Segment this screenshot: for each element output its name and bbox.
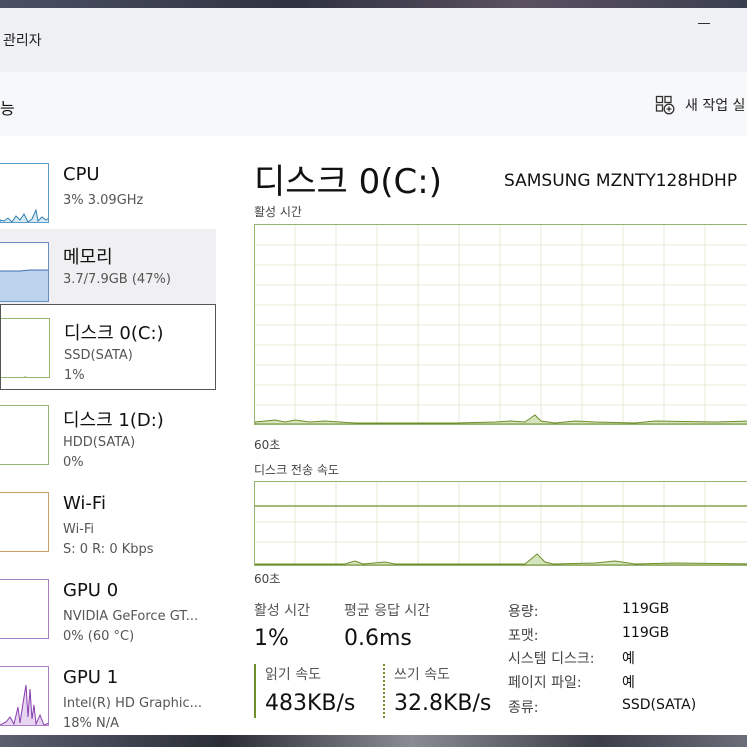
write-rate-value: 32.8KB/s [394, 691, 492, 716]
active-time-chart [254, 224, 747, 425]
sidebar-item-detail: 3.7/7.9GB (47%) [63, 272, 171, 287]
active-time-range-label: 60초 [254, 438, 281, 452]
format-value: 119GB [622, 625, 670, 641]
active-time-stat-label: 활성 시간 [254, 603, 310, 619]
disk1-thumbnail-graph [0, 405, 49, 465]
toolbar: 능 새 작업 실 [0, 72, 747, 136]
sidebar-item-value: 18% N/A [63, 716, 120, 731]
sidebar-item-value: 0% (60 °C) [63, 629, 135, 644]
read-rate-value: 483KB/s [265, 691, 356, 716]
sidebar-item-label: CPU [63, 164, 100, 185]
page-file-label: 페이지 파일: [508, 675, 582, 691]
sidebar-item-detail: Wi-Fi [63, 522, 95, 537]
capacity-label: 용량: [508, 604, 539, 620]
sidebar-item-gpu-1[interactable]: GPU 1 Intel(R) HD Graphic... 18% N/A [0, 653, 216, 735]
memory-thumbnail-graph [0, 242, 49, 302]
desktop-wallpaper-bottom [0, 735, 747, 747]
cpu-thumbnail-graph [0, 163, 49, 223]
system-disk-label: 시스템 디스크: [508, 651, 595, 667]
sidebar-item-memory[interactable]: 메모리 3.7/7.9GB (47%) [0, 229, 216, 315]
gpu1-thumbnail-graph [0, 666, 49, 726]
system-disk-value: 예 [622, 651, 635, 667]
sidebar-item-value: S: 0 R: 0 Kbps [63, 542, 154, 557]
response-time-stat-value: 0.6ms [344, 626, 412, 651]
wifi-thumbnail-graph [0, 492, 49, 552]
type-value: SSD(SATA) [622, 697, 697, 713]
write-rate-label: 쓰기 속도 [394, 667, 450, 683]
new-task-label: 새 작업 실 [685, 98, 746, 114]
section-title: 능 [0, 99, 15, 118]
sidebar-item-value: 0% [63, 455, 84, 470]
read-rate-indicator [254, 664, 256, 718]
sidebar-item-wifi[interactable]: Wi-Fi Wi-Fi S: 0 R: 0 Kbps [0, 479, 216, 565]
capacity-value: 119GB [622, 601, 670, 617]
type-label: 종류: [508, 700, 539, 716]
new-task-icon [655, 95, 675, 115]
sidebar-item-disk-0[interactable]: 디스크 0(C:) SSD(SATA) 1% [0, 304, 216, 390]
minimize-button[interactable] [698, 14, 710, 26]
format-label: 포맷: [508, 628, 539, 644]
transfer-rate-chart-label: 디스크 전송 속도 [254, 463, 339, 477]
sidebar-item-detail: Intel(R) HD Graphic... [63, 696, 203, 711]
disk0-thumbnail-graph [1, 318, 50, 378]
read-rate-label: 읽기 속도 [265, 667, 321, 683]
app-title: 관리자 [3, 33, 42, 49]
sidebar-item-detail: SSD(SATA) [64, 348, 133, 363]
sidebar-item-label: Wi-Fi [63, 493, 106, 514]
gpu0-thumbnail-graph [0, 579, 49, 639]
sidebar-item-detail: 3% 3.09GHz [63, 193, 144, 208]
write-rate-indicator [383, 664, 385, 718]
transfer-rate-chart [254, 481, 747, 566]
sidebar-item-cpu[interactable]: CPU 3% 3.09GHz [0, 150, 216, 236]
page-file-value: 예 [622, 675, 635, 691]
title-bar: 관리자 [0, 8, 747, 72]
sidebar-item-detail: NVIDIA GeForce GT... [63, 609, 199, 624]
transfer-rate-range-label: 60초 [254, 572, 281, 586]
active-time-stat-value: 1% [254, 626, 289, 651]
sidebar-item-value: 1% [64, 368, 85, 383]
sidebar-item-label: 메모리 [63, 247, 113, 268]
sidebar-item-label: GPU 1 [63, 667, 119, 688]
response-time-stat-label: 평균 응답 시간 [344, 603, 431, 619]
active-time-chart-label: 활성 시간 [254, 205, 302, 219]
sidebar-item-label: 디스크 1(D:) [63, 410, 164, 431]
sidebar-item-label: GPU 0 [63, 580, 119, 601]
performance-sidebar: CPU 3% 3.09GHz 메모리 3.7/7.9GB (47%) 디스크 0… [0, 136, 216, 735]
sidebar-item-gpu-0[interactable]: GPU 0 NVIDIA GeForce GT... 0% (60 °C) [0, 566, 216, 652]
sidebar-item-detail: HDD(SATA) [63, 435, 136, 450]
page-title: 디스크 0(C:) [254, 162, 443, 202]
new-task-button[interactable]: 새 작업 실 [655, 94, 745, 116]
disk-model: SAMSUNG MZNTY128HDHP [504, 171, 738, 191]
sidebar-item-disk-1[interactable]: 디스크 1(D:) HDD(SATA) 0% [0, 392, 216, 478]
disk-detail-panel: 디스크 0(C:) SAMSUNG MZNTY128HDHP 활성 시간 60초… [232, 136, 747, 735]
sidebar-item-label: 디스크 0(C:) [64, 323, 164, 344]
task-manager-window: 관리자 능 새 작업 실 CPU 3% 3.09GHz 메모리 3.7/7.9G… [0, 8, 747, 735]
